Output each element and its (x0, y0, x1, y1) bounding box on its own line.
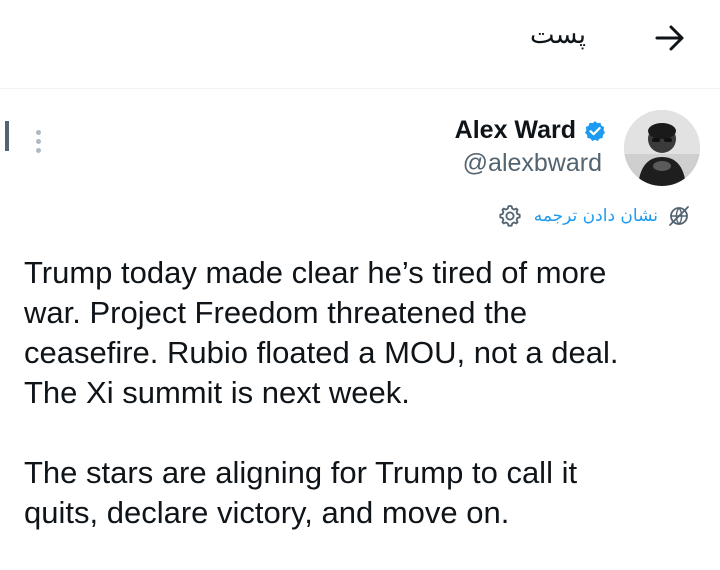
more-options-button[interactable] (26, 124, 50, 158)
gear-icon (499, 205, 521, 227)
show-translation-link[interactable]: نشان دادن ترجمه (534, 206, 658, 226)
edge-scroll-indicator (5, 121, 9, 151)
author-name[interactable]: Alex Ward (455, 116, 576, 145)
author-name-row[interactable]: Alex Ward (455, 116, 606, 145)
back-button[interactable] (650, 18, 690, 58)
tweet-paragraph: The stars are aligning for Trump to call… (24, 455, 578, 530)
verified-badge-icon (585, 120, 605, 141)
avatar[interactable] (624, 110, 700, 186)
translate-row: نشان دادن ترجمه (496, 202, 690, 230)
tweet-paragraph: Trump today made clear he’s tired of mor… (24, 255, 619, 410)
tweet-text: Trump today made clear he’s tired of mor… (24, 253, 704, 533)
more-vertical-icon (35, 129, 41, 135)
globe-icon (669, 206, 689, 226)
author-handle[interactable]: @alexbward (463, 149, 602, 178)
arrow-right-icon (655, 25, 684, 51)
top-bar: پست (0, 0, 720, 78)
translation-settings-button[interactable] (496, 202, 524, 230)
page-title: پست (530, 20, 586, 50)
header-divider (0, 88, 720, 89)
avatar-image (624, 110, 700, 186)
